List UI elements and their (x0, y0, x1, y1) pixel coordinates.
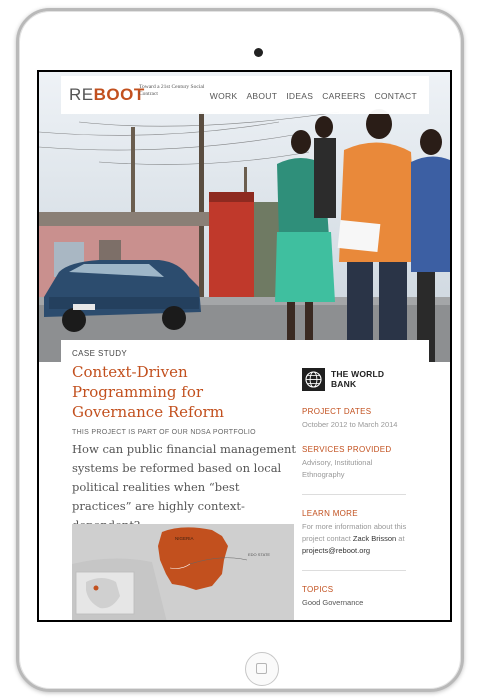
case-study-eyebrow: CASE STUDY (72, 349, 128, 358)
project-dates-value: October 2012 to March 2014 (302, 420, 398, 429)
page-title: Context-Driven Programming for Governanc… (72, 363, 224, 421)
project-sidebar: THE WORLD BANK PROJECT DATES October 201… (302, 367, 412, 609)
partner-row: THE WORLD BANK (302, 367, 412, 391)
brand-tagline: Toward a 21st Century Social Contract (139, 84, 205, 97)
logo-boot: BOOT (93, 85, 145, 104)
web-page: REBOOT Toward a 21st Century Social Cont… (39, 72, 450, 620)
logo-re: RE (69, 85, 94, 104)
nav-item-work[interactable]: WORK (210, 91, 238, 101)
at-text: at (396, 534, 405, 543)
learn-more-text: For more information about this project … (302, 521, 412, 557)
topic-link[interactable]: Good Governance (302, 597, 412, 609)
map-country-label: NIGERIA (175, 536, 194, 541)
contact-name-link[interactable]: Zack Brisson (353, 534, 396, 543)
partner-name: THE WORLD BANK (330, 369, 385, 389)
project-dates-label: PROJECT DATES (302, 407, 372, 416)
sidebar-divider-2 (302, 570, 406, 571)
nav-item-about[interactable]: ABOUT (246, 91, 277, 101)
contact-email-link[interactable]: projects@reboot.org (302, 546, 370, 555)
nigeria-map: NIGERIA EDO STATE (72, 524, 294, 620)
nav-item-careers[interactable]: CAREERS (322, 91, 365, 101)
services-value: Advisory, Institutional Ethnography (302, 458, 373, 479)
home-button[interactable] (245, 652, 279, 686)
hero-photo (39, 72, 450, 362)
tablet-screen: REBOOT Toward a 21st Century Social Cont… (37, 70, 452, 622)
home-button-icon (256, 663, 267, 674)
main-nav: WORK ABOUT IDEAS CAREERS CONTACT (210, 91, 417, 101)
sidebar-divider (302, 494, 406, 495)
topics-label: TOPICS (302, 585, 334, 594)
services-label: SERVICES PROVIDED (302, 445, 392, 454)
reboot-logo[interactable]: REBOOT (69, 85, 145, 105)
site-header: REBOOT Toward a 21st Century Social Cont… (61, 76, 429, 114)
nav-item-ideas[interactable]: IDEAS (286, 91, 313, 101)
map-state-label: EDO STATE (248, 552, 270, 557)
lead-question: How can public financial management syst… (72, 442, 296, 532)
case-study-content: CASE STUDY Context-Driven Programming fo… (61, 340, 429, 620)
globe-icon (302, 367, 325, 391)
nav-item-contact[interactable]: CONTACT (374, 91, 417, 101)
camera-icon (254, 48, 263, 57)
portfolio-note: THIS PROJECT IS PART OF OUR NDSA PORTFOL… (72, 429, 256, 436)
learn-more-label: LEARN MORE (302, 509, 358, 518)
